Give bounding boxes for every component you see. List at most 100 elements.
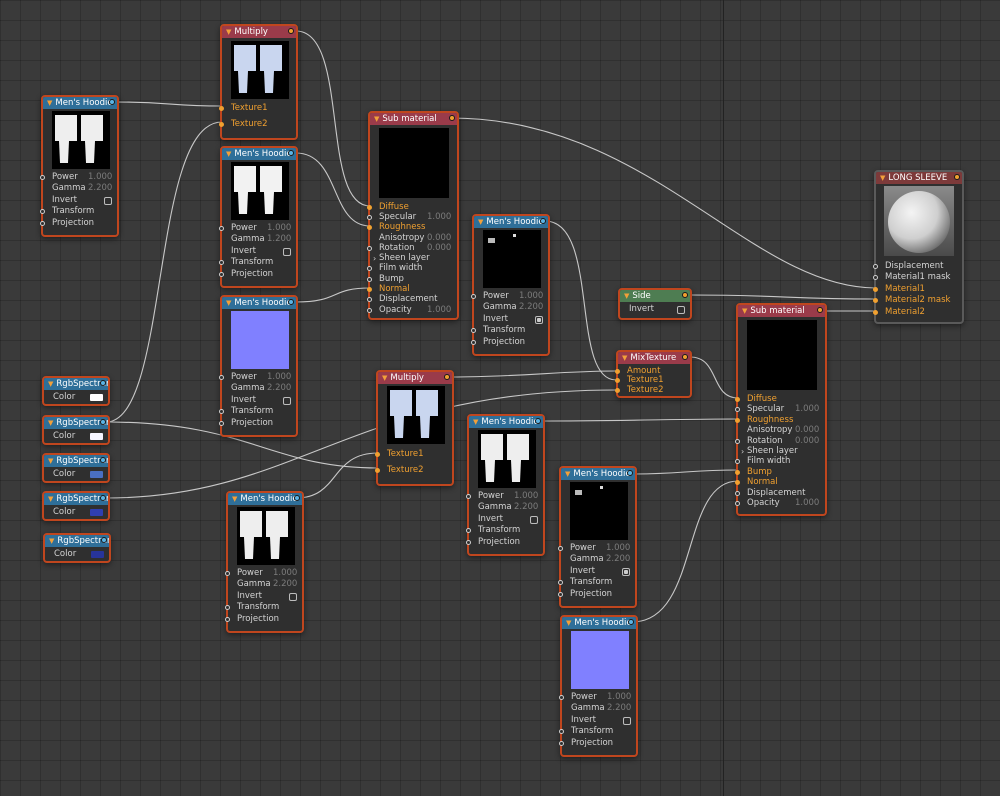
- input-pin[interactable]: [873, 310, 878, 315]
- collapse-triangle-icon[interactable]: ▼: [47, 99, 52, 107]
- input-pin[interactable]: [367, 297, 372, 302]
- input-pin[interactable]: [735, 439, 740, 444]
- image-texture-node[interactable]: ▼ Men's Hoodie Power 1.000 Gamma 2.200 Inve…: [558, 466, 637, 608]
- invert-checkbox[interactable]: [535, 316, 543, 324]
- input-pin[interactable]: [615, 369, 620, 374]
- output-pin[interactable]: [954, 174, 960, 180]
- input-pin[interactable]: [367, 277, 372, 282]
- input-pin[interactable]: [735, 501, 740, 506]
- input-pin[interactable]: [615, 378, 620, 383]
- rgb-spectrum-node[interactable]: ▼RgbSpectrum Color: [42, 415, 110, 445]
- gamma-value[interactable]: 2.200: [514, 502, 538, 513]
- power-value[interactable]: 1.000: [607, 692, 631, 703]
- power-value[interactable]: 1.000: [88, 172, 112, 183]
- node-header[interactable]: ▼ Men's Hoodie: [562, 617, 636, 629]
- input-pin[interactable]: [873, 264, 878, 269]
- input-pin[interactable]: [558, 592, 563, 597]
- collapse-triangle-icon[interactable]: ▼: [232, 495, 237, 503]
- collapse-triangle-icon[interactable]: ▼: [48, 457, 53, 465]
- output-pin[interactable]: [444, 374, 450, 380]
- sub-material-node-1[interactable]: ▼ Sub material Diffuse Specular 1.000 Roug…: [367, 111, 459, 320]
- collapse-triangle-icon[interactable]: ▼: [374, 115, 379, 123]
- gamma-value[interactable]: 2.200: [519, 302, 543, 313]
- invert-checkbox[interactable]: [677, 306, 685, 314]
- input-pin[interactable]: [735, 470, 740, 475]
- image-texture-node[interactable]: ▼ Men's Hoodie Power 1.000 Gamma 2.200 Inve…: [40, 95, 119, 237]
- collapse-triangle-icon[interactable]: ▼: [382, 374, 387, 382]
- rgb-spectrum-node[interactable]: ▼RgbSpectrum Color: [42, 453, 110, 483]
- input-pin[interactable]: [558, 580, 563, 585]
- input-pin[interactable]: [219, 106, 224, 111]
- output-pin[interactable]: [449, 115, 455, 121]
- output-pin[interactable]: [817, 307, 823, 313]
- input-pin[interactable]: [367, 287, 372, 292]
- power-value[interactable]: 1.000: [273, 568, 297, 579]
- invert-checkbox[interactable]: [530, 516, 538, 524]
- output-pin[interactable]: [294, 495, 300, 501]
- power-value[interactable]: 1.000: [519, 291, 543, 302]
- node-header[interactable]: ▼ Multiply: [222, 26, 296, 38]
- collapse-triangle-icon[interactable]: ▼: [48, 495, 53, 503]
- input-pin[interactable]: [559, 741, 564, 746]
- input-pin[interactable]: [615, 388, 620, 393]
- node-header[interactable]: ▼RgbSpectrum: [44, 417, 108, 429]
- input-pin[interactable]: [559, 729, 564, 734]
- output-pin[interactable]: [100, 380, 106, 386]
- collapse-triangle-icon[interactable]: ▼: [49, 537, 54, 545]
- node-header[interactable]: ▼ Men's Hoodie: [469, 416, 543, 428]
- power-value[interactable]: 1.000: [514, 491, 538, 502]
- collapse-triangle-icon[interactable]: ▼: [473, 418, 478, 426]
- input-pin[interactable]: [219, 375, 224, 380]
- collapse-triangle-icon[interactable]: ▼: [880, 174, 885, 182]
- node-header[interactable]: ▼ Sub material: [370, 113, 457, 125]
- node-header[interactable]: ▼RgbSpectrum: [45, 535, 109, 547]
- power-value[interactable]: 1.000: [267, 372, 291, 383]
- color-swatch[interactable]: [90, 433, 103, 440]
- output-pin[interactable]: [100, 457, 106, 463]
- collapse-triangle-icon[interactable]: ▼: [478, 218, 483, 226]
- color-swatch[interactable]: [91, 551, 104, 558]
- sub-material-node-2[interactable]: ▼ Sub material Diffuse Specular 1.000 Roug…: [735, 303, 827, 516]
- input-pin[interactable]: [466, 540, 471, 545]
- input-pin[interactable]: [225, 605, 230, 610]
- input-pin[interactable]: [367, 215, 372, 220]
- node-header[interactable]: ▼ LONG SLEEVE: [876, 172, 962, 184]
- output-pin[interactable]: [628, 619, 634, 625]
- output-pin[interactable]: [109, 99, 115, 105]
- gamma-value[interactable]: 2.200: [88, 183, 112, 194]
- collapse-triangle-icon[interactable]: ▼: [48, 419, 53, 427]
- opacity-value[interactable]: 1.000: [795, 498, 819, 509]
- input-pin[interactable]: [558, 546, 563, 551]
- collapse-triangle-icon[interactable]: ▼: [622, 354, 627, 362]
- input-pin[interactable]: [219, 272, 224, 277]
- node-header[interactable]: ▼ Men's Hoodie: [228, 493, 302, 505]
- image-texture-node[interactable]: ▼ Men's Hoodie Power 1.000 Gamma 1.200 Inve…: [219, 146, 298, 288]
- input-pin[interactable]: [466, 494, 471, 499]
- power-value[interactable]: 1.000: [267, 223, 291, 234]
- multiply-node-2[interactable]: ▼ Multiply Texture1 Texture2: [375, 370, 454, 486]
- output-pin[interactable]: [627, 470, 633, 476]
- specular-value[interactable]: 1.000: [795, 404, 819, 415]
- input-pin[interactable]: [735, 491, 740, 496]
- gamma-value[interactable]: 1.200: [267, 234, 291, 245]
- gamma-value[interactable]: 2.200: [273, 579, 297, 590]
- side-node[interactable]: ▼ Side Invert: [618, 288, 692, 320]
- rgb-spectrum-node[interactable]: ▼RgbSpectrum Color: [42, 491, 110, 521]
- invert-checkbox[interactable]: [104, 197, 112, 205]
- input-pin[interactable]: [735, 407, 740, 412]
- input-pin[interactable]: [735, 480, 740, 485]
- input-pin[interactable]: [559, 695, 564, 700]
- node-header[interactable]: ▼RgbSpectrum: [44, 378, 108, 390]
- rgb-spectrum-node[interactable]: ▼RgbSpectrum Color: [43, 533, 111, 563]
- input-pin[interactable]: [471, 328, 476, 333]
- input-pin[interactable]: [466, 528, 471, 533]
- output-pin[interactable]: [100, 495, 106, 501]
- input-pin[interactable]: [225, 571, 230, 576]
- image-texture-node[interactable]: ▼ Men's Hoodie Power 1.000 Gamma 2.200 Inve…: [471, 214, 550, 356]
- opacity-value[interactable]: 1.000: [427, 305, 451, 316]
- input-pin[interactable]: [219, 409, 224, 414]
- anisotropy-value[interactable]: 0.000: [795, 425, 819, 436]
- node-header[interactable]: ▼ MixTexture: [618, 352, 690, 364]
- input-pin[interactable]: [225, 617, 230, 622]
- input-pin[interactable]: [735, 459, 740, 464]
